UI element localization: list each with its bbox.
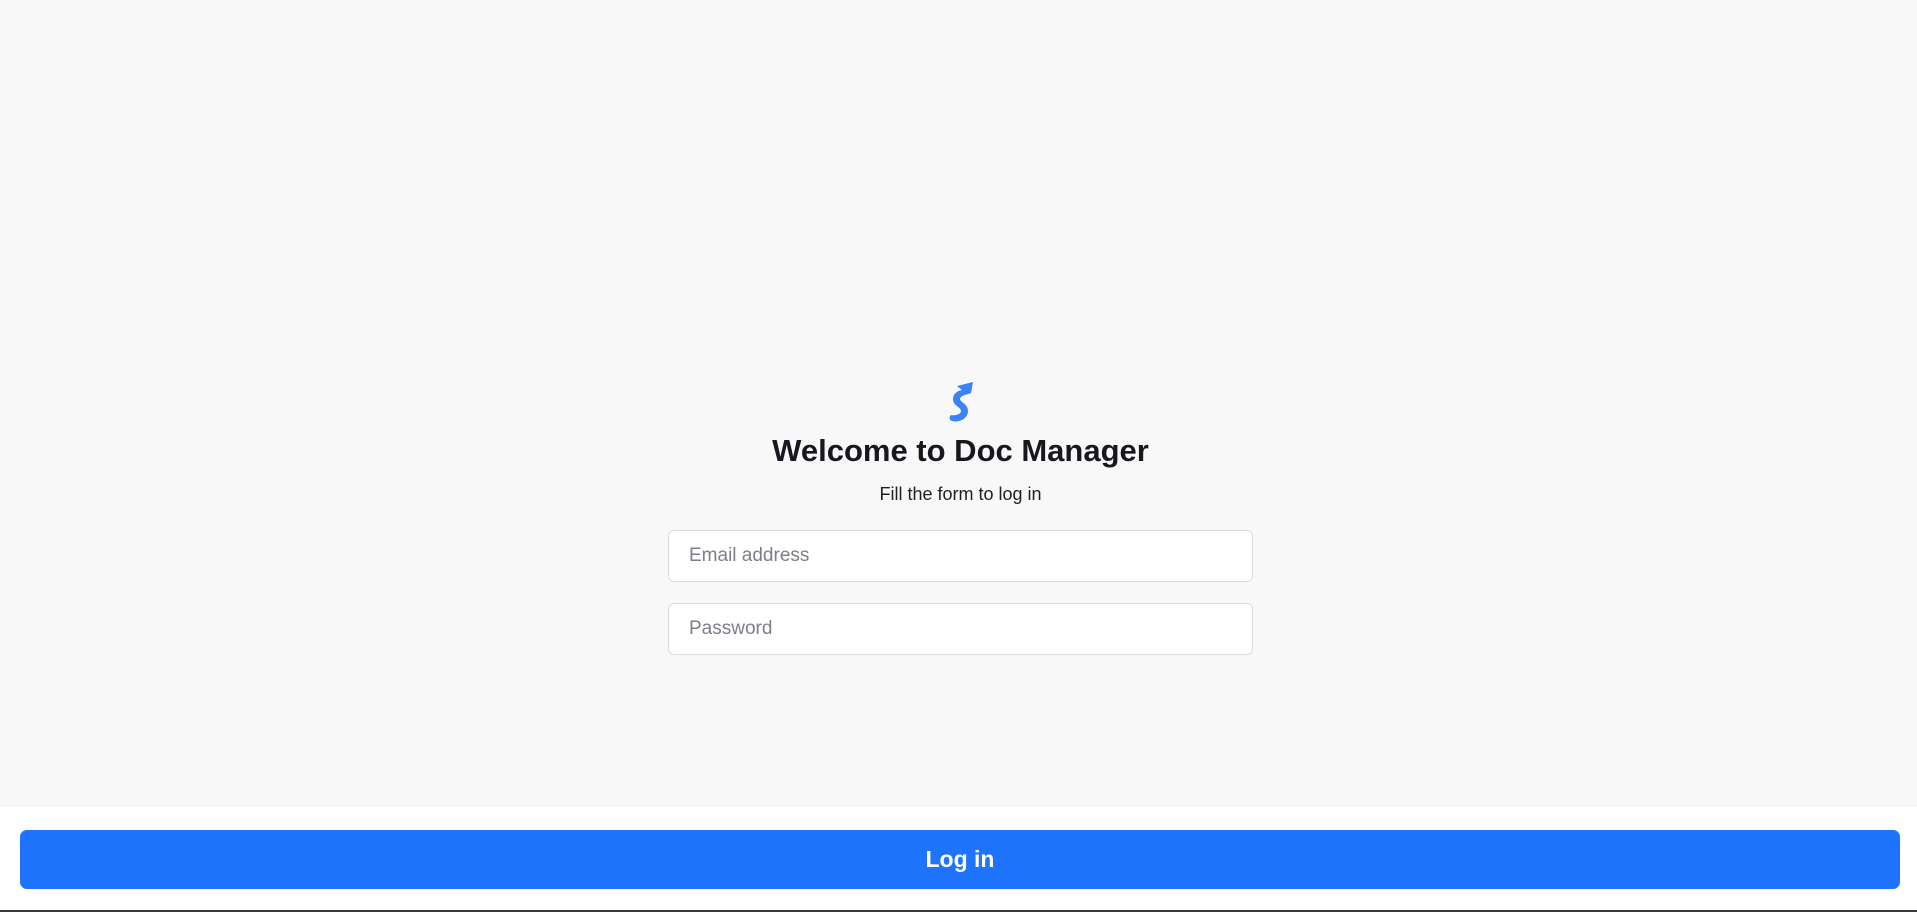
stripe-s-logo-icon: [949, 382, 973, 422]
login-page: Welcome to Doc Manager Fill the form to …: [0, 0, 1917, 807]
footer-bar: Log in: [0, 807, 1917, 912]
page-title: Welcome to Doc Manager: [772, 433, 1149, 468]
password-field[interactable]: [668, 603, 1253, 655]
page-subtitle: Fill the form to log in: [879, 484, 1042, 504]
email-field[interactable]: [668, 530, 1253, 582]
login-button[interactable]: Log in: [20, 830, 1900, 889]
